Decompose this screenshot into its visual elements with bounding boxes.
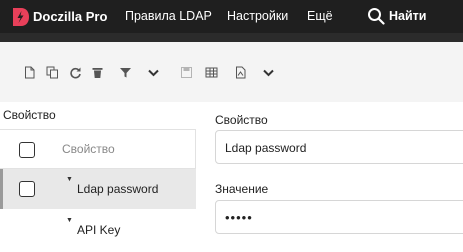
password-mask: ••••• — [225, 210, 253, 225]
sub-navbar — [0, 33, 463, 42]
nav-ldap-rules[interactable]: Правила LDAP — [125, 9, 212, 23]
chevron-down-icon[interactable] — [262, 66, 275, 79]
row-checkbox[interactable] — [19, 181, 35, 197]
new-document-icon[interactable] — [23, 66, 36, 79]
property-field-value: Ldap password — [225, 141, 307, 155]
brand-name[interactable]: Doczilla Pro — [33, 9, 107, 24]
property-field[interactable]: Ldap password — [215, 130, 463, 164]
table-row[interactable]: ▼ Ldap password — [0, 169, 196, 209]
property-field-label: Свойство — [215, 113, 268, 127]
save-icon — [180, 66, 193, 79]
delete-icon[interactable] — [91, 66, 104, 79]
toolbar — [0, 42, 463, 102]
property-detail-panel: Свойство Ldap password Значение ••••• — [210, 102, 463, 252]
table-icon[interactable] — [205, 66, 218, 79]
select-all-checkbox[interactable] — [19, 142, 35, 158]
table-row[interactable]: ▼ API Key — [0, 210, 196, 250]
row-label: Ldap password — [77, 182, 159, 196]
doczilla-logo-icon[interactable] — [9, 6, 31, 28]
chevron-down-icon[interactable] — [147, 66, 160, 79]
column-header-property[interactable]: Свойство — [62, 142, 115, 156]
caret-down-icon[interactable]: ▼ — [66, 176, 73, 183]
nav-more[interactable]: Ещё — [307, 9, 333, 23]
list-title: Свойство — [3, 108, 56, 122]
value-password-field[interactable]: ••••• — [215, 200, 463, 234]
grid-header: Свойство — [0, 129, 196, 169]
copy-icon[interactable] — [46, 66, 59, 79]
filter-icon[interactable] — [119, 66, 132, 79]
nav-settings[interactable]: Настройки — [227, 9, 288, 23]
top-navbar: Doczilla Pro Правила LDAP Настройки Ещё … — [0, 0, 463, 33]
search-button[interactable]: Найти — [389, 9, 426, 23]
row-label: API Key — [77, 223, 121, 237]
refresh-icon[interactable] — [69, 66, 82, 79]
search-icon[interactable] — [367, 7, 385, 25]
property-list-panel: Свойство Свойство ▼ Ldap password ▼ API … — [0, 102, 200, 252]
caret-down-icon[interactable]: ▼ — [66, 217, 73, 224]
export-icon[interactable] — [234, 66, 247, 79]
value-field-label: Значение — [215, 182, 269, 196]
